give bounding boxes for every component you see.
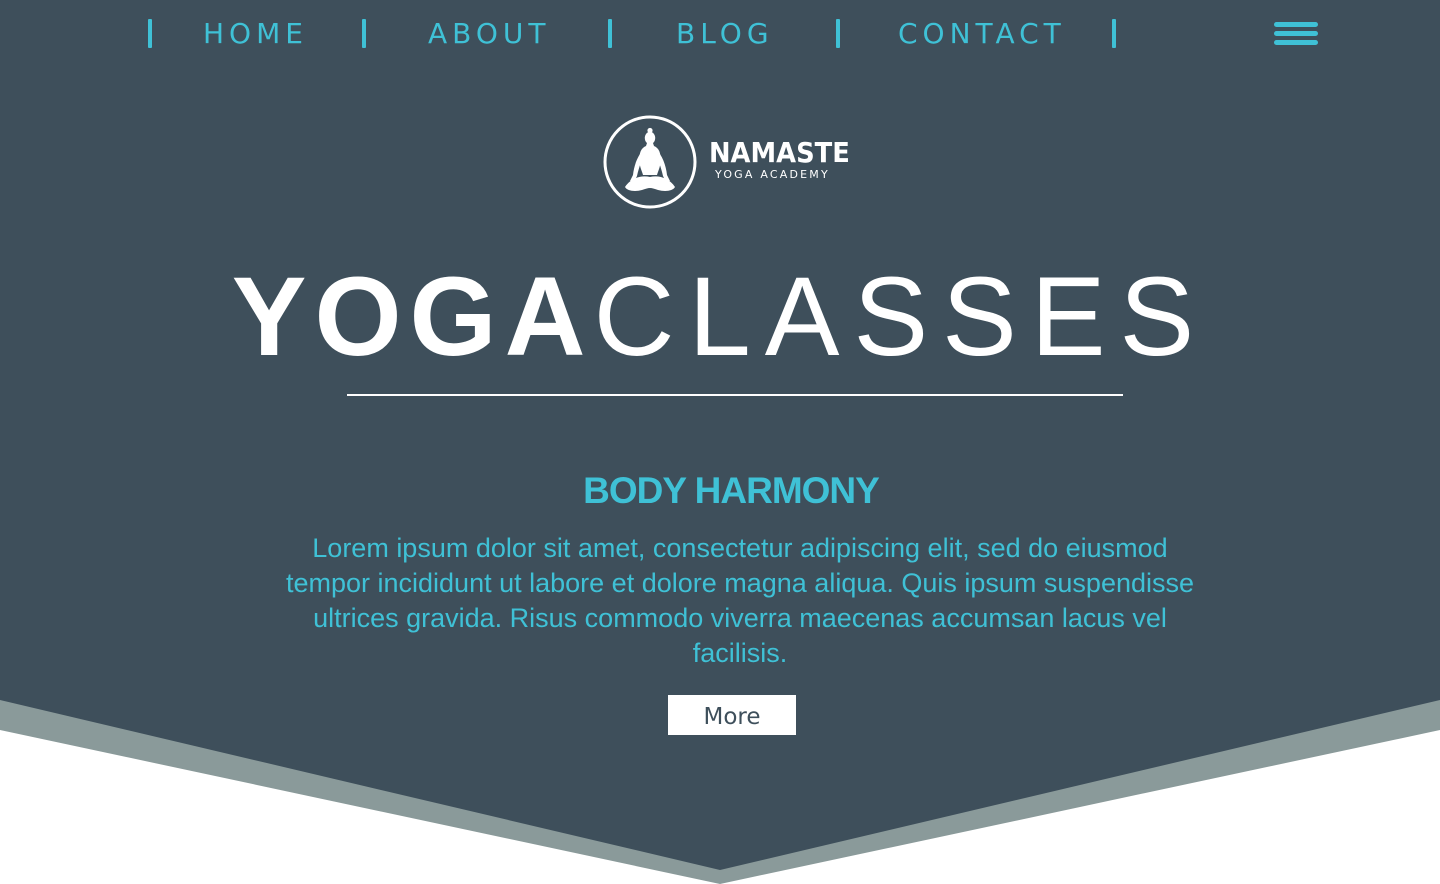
hero-title: YOGACLASSES [0, 252, 1440, 382]
hero-description: Lorem ipsum dolor sit amet, consectetur … [285, 533, 1195, 668]
nav-divider [608, 19, 612, 48]
nav-link-contact[interactable]: CONTACT [898, 14, 1066, 54]
hero-subtitle: BODY HARMONY [583, 470, 880, 511]
hero-title-light: CLASSES [593, 254, 1209, 379]
nav-link-about[interactable]: ABOUT [428, 14, 551, 54]
hamburger-menu-button[interactable] [1272, 18, 1320, 50]
title-divider [347, 394, 1123, 396]
hero-title-bold: YOGA [231, 254, 594, 379]
hamburger-line [1274, 22, 1318, 27]
nav-link-home[interactable]: HOME [203, 14, 308, 54]
nav-link-blog[interactable]: BLOG [676, 14, 774, 54]
brand-tagline: YOGA ACADEMY [715, 168, 830, 181]
page: HOME ABOUT BLOG CONTACT NAMASTE YOGA ACA… [0, 0, 1440, 884]
hamburger-line [1274, 31, 1318, 36]
nav-divider [1112, 19, 1116, 48]
brand-logo[interactable]: NAMASTE YOGA ACADEMY [603, 115, 853, 211]
hamburger-line [1274, 40, 1318, 45]
meditating-figure-icon [603, 115, 697, 209]
nav-divider [836, 19, 840, 48]
top-navigation: HOME ABOUT BLOG CONTACT [0, 0, 1440, 70]
brand-name: NAMASTE [709, 136, 850, 169]
more-button[interactable]: More [668, 695, 796, 735]
nav-divider [362, 19, 366, 48]
nav-divider [148, 19, 152, 48]
